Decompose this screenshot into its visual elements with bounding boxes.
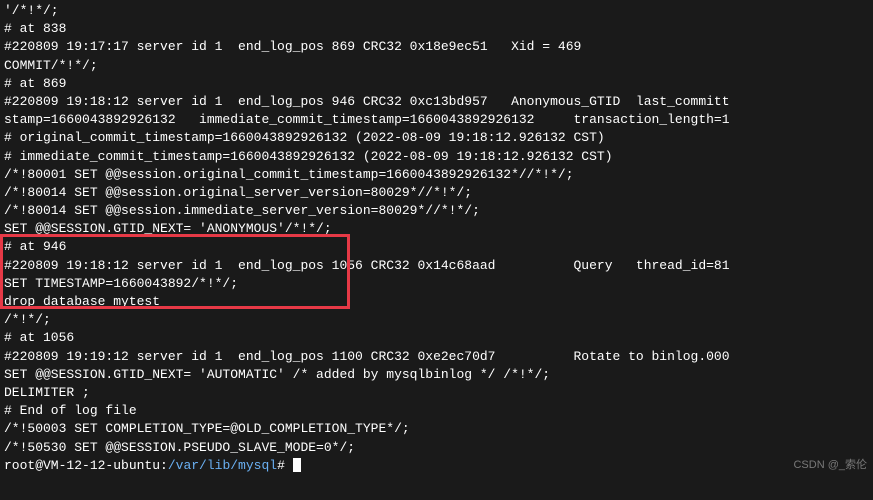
log-line: # at 838 <box>4 20 869 38</box>
log-line: '/*!*/; <box>4 2 869 20</box>
log-line: COMMIT/*!*/; <box>4 57 869 75</box>
log-line: # original_commit_timestamp=166004389292… <box>4 129 869 147</box>
shell-prompt[interactable]: root@VM-12-12-ubuntu:/var/lib/mysql# <box>4 457 869 475</box>
cursor-icon <box>293 458 301 472</box>
log-line: /*!*/; <box>4 311 869 329</box>
log-line: SET @@SESSION.GTID_NEXT= 'ANONYMOUS'/*!*… <box>4 220 869 238</box>
log-line: # End of log file <box>4 402 869 420</box>
log-line: drop database mytest <box>4 293 869 311</box>
log-line: /*!80014 SET @@session.original_server_v… <box>4 184 869 202</box>
prompt-path: /var/lib/mysql <box>168 458 277 473</box>
log-line: DELIMITER ; <box>4 384 869 402</box>
log-line: SET TIMESTAMP=1660043892/*!*/; <box>4 275 869 293</box>
log-line: /*!80001 SET @@session.original_commit_t… <box>4 166 869 184</box>
prompt-suffix: # <box>277 458 285 473</box>
log-line: # at 869 <box>4 75 869 93</box>
log-line: SET @@SESSION.GTID_NEXT= 'AUTOMATIC' /* … <box>4 366 869 384</box>
log-line: #220809 19:18:12 server id 1 end_log_pos… <box>4 93 869 111</box>
log-line: #220809 19:18:12 server id 1 end_log_pos… <box>4 257 869 275</box>
log-line: /*!50530 SET @@SESSION.PSEUDO_SLAVE_MODE… <box>4 439 869 457</box>
watermark-text: CSDN @_索伦 <box>793 458 867 473</box>
log-line: stamp=1660043892926132 immediate_commit_… <box>4 111 869 129</box>
log-line: # at 946 <box>4 238 869 256</box>
log-line: #220809 19:17:17 server id 1 end_log_pos… <box>4 38 869 56</box>
log-line: # at 1056 <box>4 329 869 347</box>
prompt-separator: : <box>160 458 168 473</box>
log-line: # immediate_commit_timestamp=16600438929… <box>4 148 869 166</box>
terminal-output[interactable]: '/*!*/; # at 838 #220809 19:17:17 server… <box>0 0 873 477</box>
log-line: /*!50003 SET COMPLETION_TYPE=@OLD_COMPLE… <box>4 420 869 438</box>
log-line: /*!80014 SET @@session.immediate_server_… <box>4 202 869 220</box>
prompt-user-host: root@VM-12-12-ubuntu <box>4 458 160 473</box>
log-line: #220809 19:19:12 server id 1 end_log_pos… <box>4 348 869 366</box>
